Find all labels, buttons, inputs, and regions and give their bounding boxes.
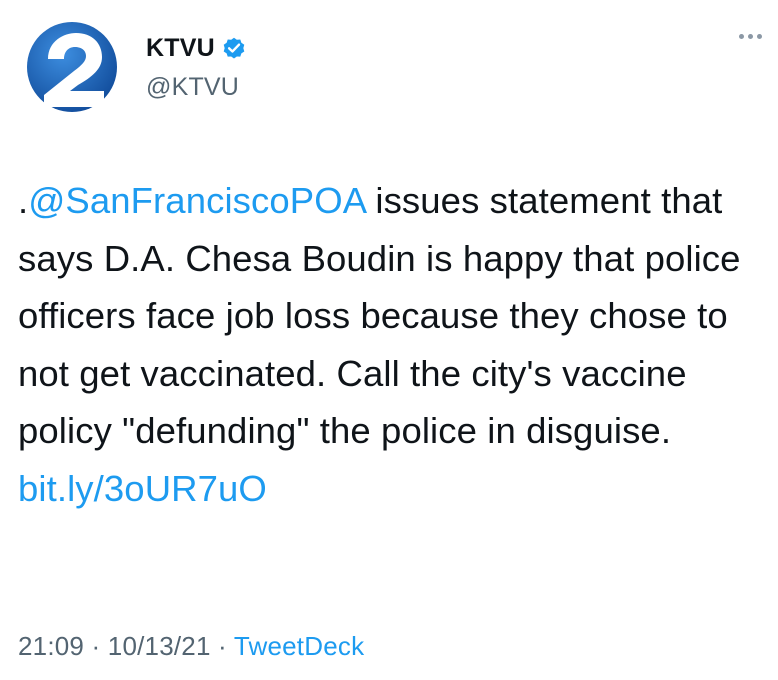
tweet-text: .@SanFranciscoPOA issues statement that …: [18, 172, 768, 517]
author-display-name[interactable]: KTVU: [146, 34, 215, 63]
author-handle[interactable]: @KTVU: [146, 73, 239, 102]
short-url-link[interactable]: bit.ly/3oUR7uO: [18, 468, 267, 509]
tweet-meta: 21:09 · 10/13/21 · TweetDeck: [18, 631, 364, 662]
avatar[interactable]: [18, 13, 126, 121]
meta-separator: ·: [84, 631, 108, 661]
tweet-text-prefix: .: [18, 180, 29, 221]
tweet-time[interactable]: 21:09: [18, 631, 84, 661]
meta-separator-2: ·: [210, 631, 234, 661]
tweet-date[interactable]: 10/13/21: [108, 631, 211, 661]
tweet-card: KTVU @KTVU .@SanFranciscoPOA issues stat…: [0, 0, 778, 680]
author-name-row[interactable]: KTVU: [146, 33, 247, 63]
ktvu-2-logo-icon: [18, 13, 126, 121]
tweet-source-link[interactable]: TweetDeck: [234, 631, 364, 661]
mention-link[interactable]: @SanFranciscoPOA: [28, 180, 365, 221]
verified-badge-icon: [221, 35, 247, 61]
more-dots-icon[interactable]: [739, 34, 762, 39]
